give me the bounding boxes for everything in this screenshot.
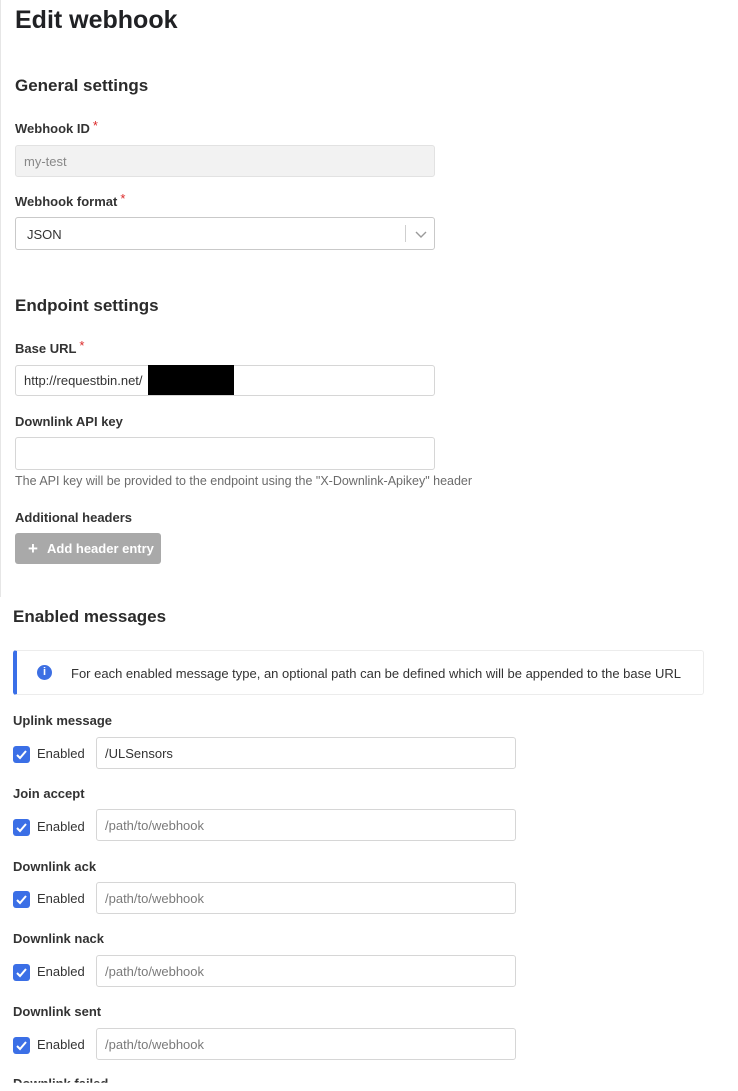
webhook-format-label: Webhook format * [15, 191, 126, 209]
check-icon [16, 1041, 27, 1051]
enabled-messages-title: Enabled messages [13, 607, 167, 626]
enabled-label: Enabled [37, 746, 85, 761]
downlink-nack-path-input[interactable] [96, 955, 516, 987]
join-accept-label: Join accept [13, 786, 85, 801]
uplink-message-label: Uplink message [13, 713, 112, 728]
api-key-help-text: The API key will be provided to the endp… [15, 474, 473, 488]
required-marker: * [120, 191, 126, 206]
info-notification: i For each enabled message type, an opti… [13, 650, 704, 695]
downlink-ack-path-input[interactable] [96, 882, 516, 914]
downlink-ack-checkbox[interactable] [13, 891, 30, 908]
endpoint-settings-title: Endpoint settings [15, 296, 159, 315]
check-icon [16, 750, 27, 760]
plus-icon: + [28, 539, 38, 558]
enabled-label: Enabled [37, 964, 85, 979]
info-message: For each enabled message type, an option… [71, 666, 681, 681]
downlink-nack-label: Downlink nack [13, 931, 105, 946]
webhook-id-label: Webhook ID * [15, 118, 98, 136]
downlink-nack-checkbox[interactable] [13, 964, 30, 981]
check-icon [16, 968, 27, 978]
check-icon [16, 823, 27, 833]
enabled-label: Enabled [37, 1037, 85, 1052]
check-icon [16, 895, 27, 905]
downlink-api-key-input[interactable] [15, 437, 435, 470]
redaction-box [148, 365, 234, 395]
select-separator [405, 225, 406, 242]
enabled-label: Enabled [37, 819, 85, 834]
page-title: Edit webhook [15, 6, 178, 34]
downlink-sent-label: Downlink sent [13, 1004, 102, 1019]
chevron-down-icon[interactable] [413, 226, 429, 242]
uplink-message-path-input[interactable] [96, 737, 516, 769]
join-accept-checkbox[interactable] [13, 819, 30, 836]
webhook-format-select[interactable]: JSON [15, 217, 435, 250]
info-icon: i [37, 665, 52, 680]
downlink-ack-label: Downlink ack [13, 859, 97, 874]
additional-headers-label: Additional headers [15, 510, 133, 525]
required-marker: * [79, 338, 85, 353]
webhook-format-value: JSON [27, 227, 62, 242]
downlink-sent-path-input[interactable] [96, 1028, 516, 1060]
join-accept-path-input[interactable] [96, 809, 516, 841]
add-header-entry-label: Add header entry [47, 541, 154, 556]
left-divider [0, 0, 1, 597]
uplink-message-checkbox[interactable] [13, 746, 30, 763]
enabled-label: Enabled [37, 891, 85, 906]
downlink-failed-label: Downlink failed [13, 1076, 109, 1091]
downlink-api-key-label: Downlink API key [15, 414, 123, 429]
general-settings-title: General settings [15, 76, 149, 95]
add-header-entry-button[interactable]: + Add header entry [15, 533, 161, 564]
required-marker: * [92, 118, 98, 133]
webhook-id-input [15, 145, 435, 177]
base-url-label: Base URL * [15, 338, 85, 356]
downlink-sent-checkbox[interactable] [13, 1037, 30, 1054]
